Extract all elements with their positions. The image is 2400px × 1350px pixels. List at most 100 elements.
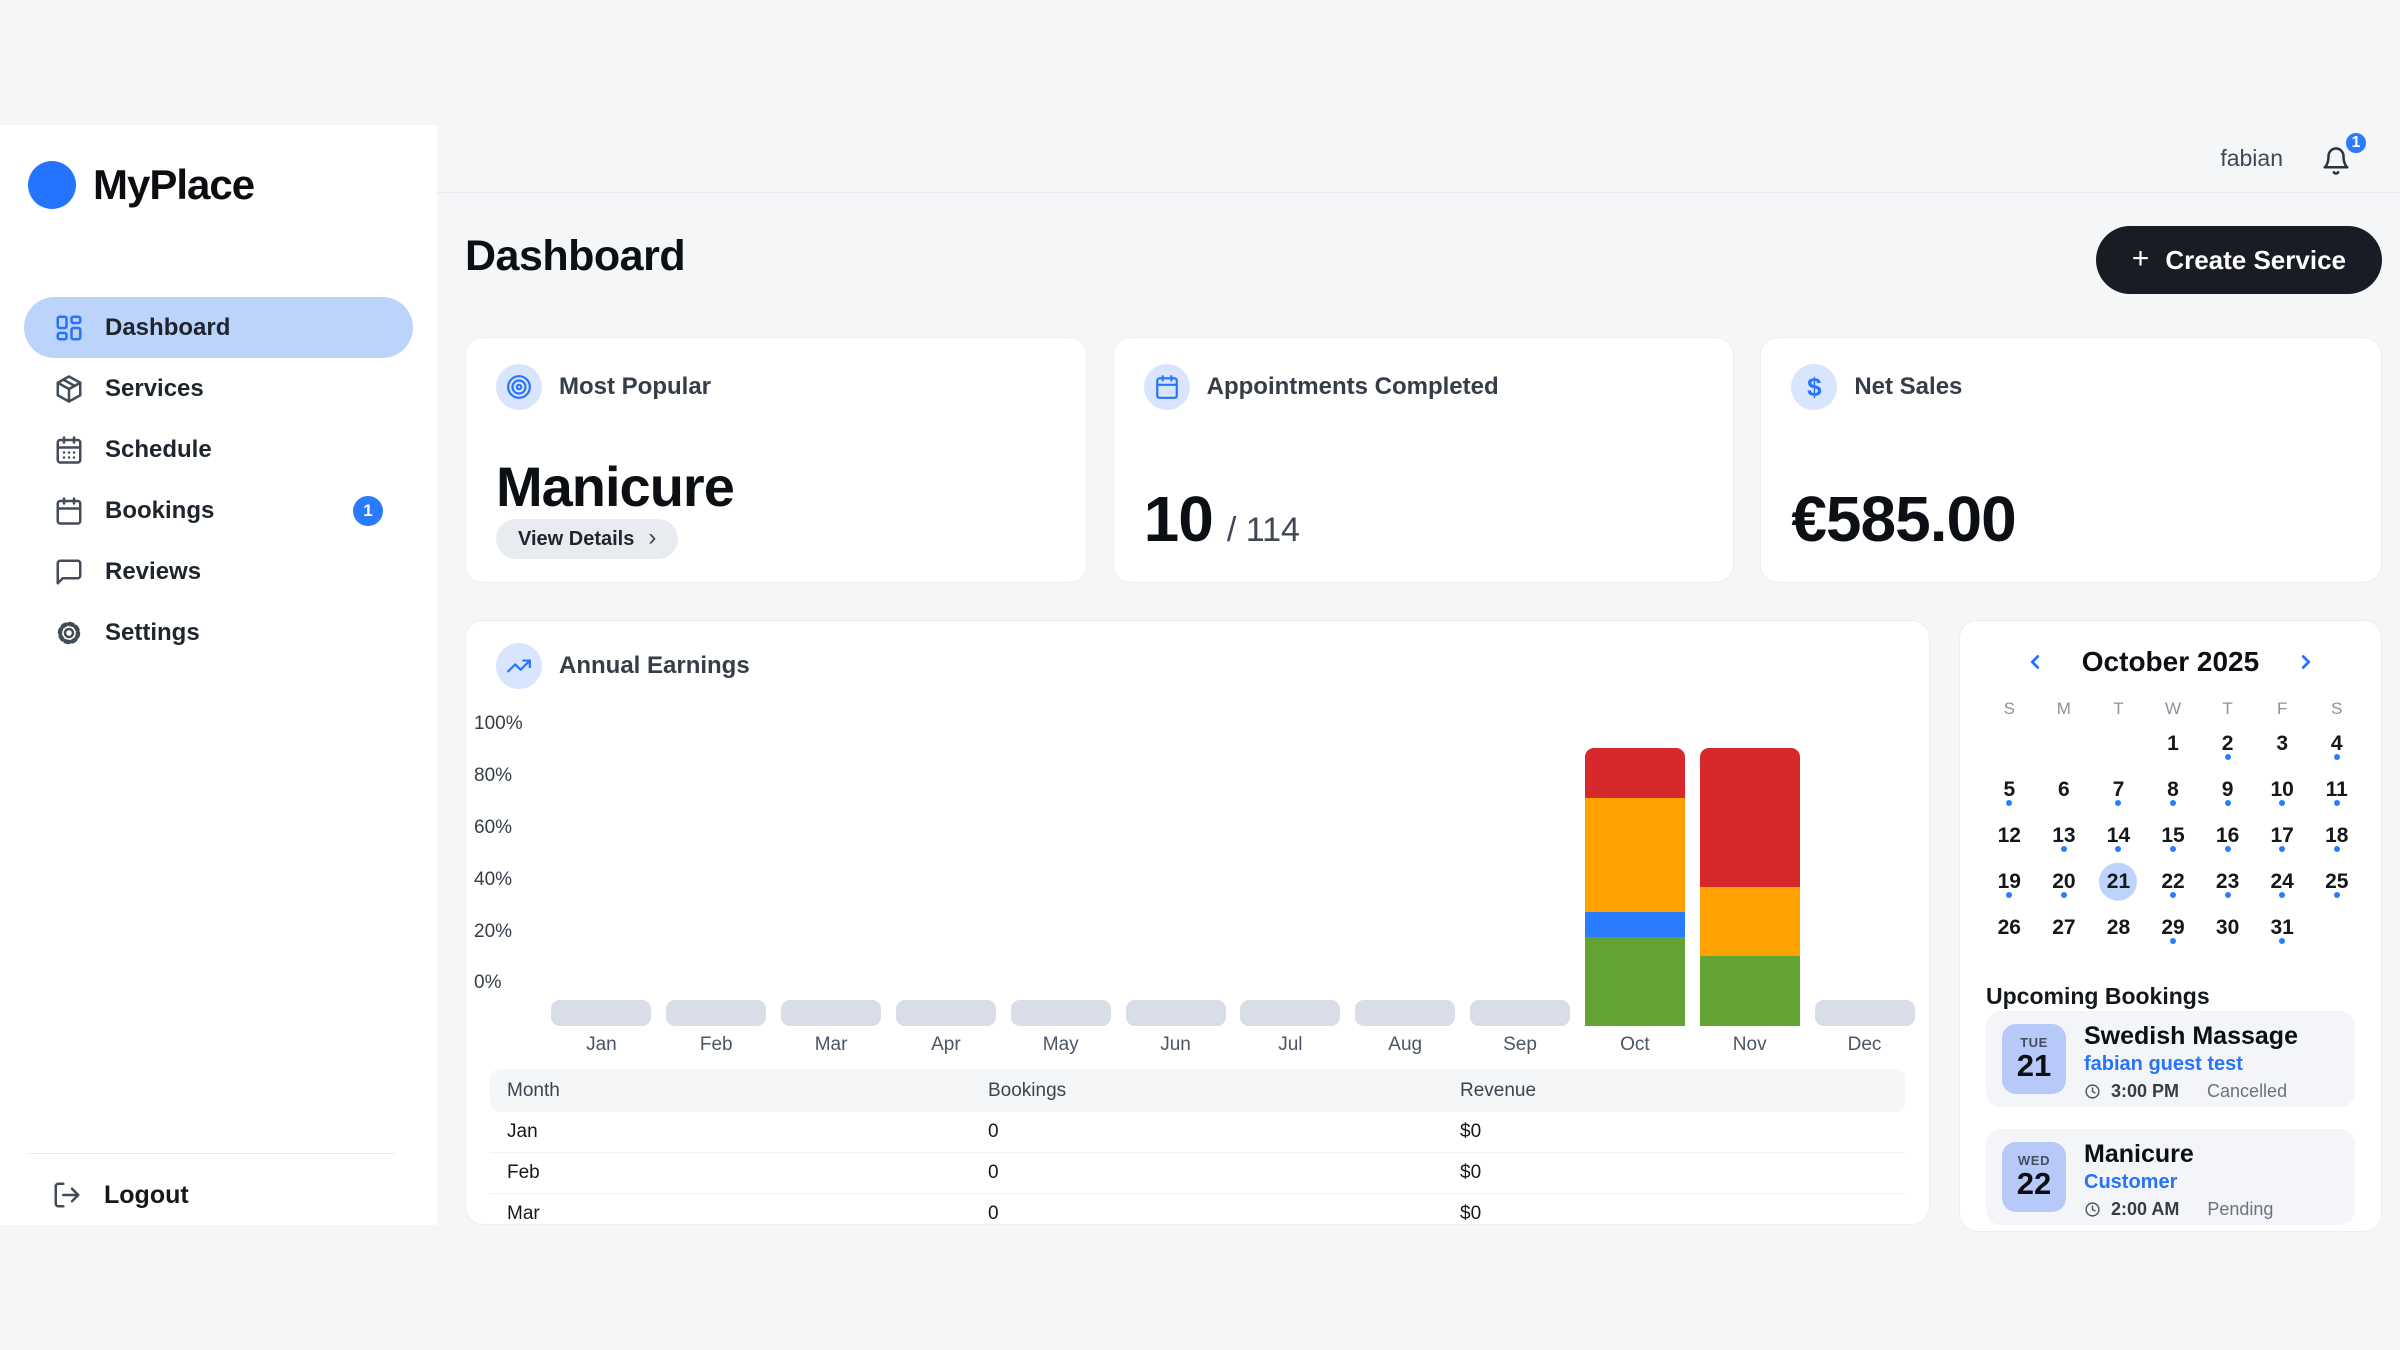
empty-month-bar bbox=[1011, 1000, 1111, 1026]
app-root: MyPlace DashboardServicesScheduleBooking… bbox=[0, 0, 2400, 1350]
sidebar-item-reviews[interactable]: Reviews bbox=[24, 541, 413, 602]
calendar-day-19[interactable]: 19 bbox=[1982, 861, 2037, 907]
calendar-day-number: 2 bbox=[2222, 733, 2234, 754]
sidebar-item-bookings[interactable]: Bookings1 bbox=[24, 480, 413, 541]
calendar-day-10[interactable]: 10 bbox=[2255, 769, 2310, 815]
empty-month-bar bbox=[1355, 1000, 1455, 1026]
calendar-day-number: 29 bbox=[2161, 917, 2184, 938]
calendar-day-6[interactable]: 6 bbox=[2037, 769, 2092, 815]
calendar-prev-button[interactable] bbox=[2018, 645, 2052, 679]
booking-details: Swedish Massagefabian guest test3:00 PMC… bbox=[2084, 1024, 2298, 1094]
sidebar: MyPlace DashboardServicesScheduleBooking… bbox=[0, 125, 437, 1225]
booking-customer-link[interactable]: fabian guest test bbox=[2084, 1054, 2298, 1074]
booking-customer-link[interactable]: Customer bbox=[2084, 1172, 2273, 1192]
booking-item[interactable]: WED22ManicureCustomer2:00 AMPending bbox=[1986, 1129, 2355, 1225]
calendar-day-7[interactable]: 7 bbox=[2091, 769, 2146, 815]
booking-dot bbox=[2334, 754, 2340, 760]
grid-icon bbox=[54, 313, 84, 343]
page-title: Dashboard bbox=[465, 232, 685, 281]
stats-row: Most Popular Manicure View Details › App… bbox=[465, 337, 2382, 583]
calendar-grid: 1234567891011121314151617181920212223242… bbox=[1982, 723, 2364, 953]
chart-bar-slot bbox=[659, 748, 774, 1026]
calendar-day-22[interactable]: 22 bbox=[2146, 861, 2201, 907]
most-popular-value: Manicure bbox=[496, 454, 1056, 519]
booking-dot bbox=[2225, 754, 2231, 760]
earnings-table-header-cell: Bookings bbox=[988, 1080, 1460, 1102]
booking-date-badge: WED22 bbox=[2002, 1142, 2066, 1212]
chart-bar-slot bbox=[888, 748, 1003, 1026]
chart-bar-slot bbox=[1003, 748, 1118, 1026]
calendar-day-28[interactable]: 28 bbox=[2091, 907, 2146, 953]
calendar-day-3[interactable]: 3 bbox=[2255, 723, 2310, 769]
booking-date-badge: TUE21 bbox=[2002, 1024, 2066, 1094]
calendar-day-empty bbox=[2091, 723, 2146, 769]
calendar-day-29[interactable]: 29 bbox=[2146, 907, 2201, 953]
empty-month-bar bbox=[1470, 1000, 1570, 1026]
logout-icon bbox=[52, 1180, 82, 1210]
calendar-next-button[interactable] bbox=[2289, 645, 2323, 679]
calendar-day-2[interactable]: 2 bbox=[2200, 723, 2255, 769]
calendar-day-30[interactable]: 30 bbox=[2200, 907, 2255, 953]
calendar-day-21[interactable]: 21 bbox=[2091, 861, 2146, 907]
calendar-day-26[interactable]: 26 bbox=[1982, 907, 2037, 953]
booking-dot bbox=[2170, 892, 2176, 898]
calendar-day-23[interactable]: 23 bbox=[2200, 861, 2255, 907]
booking-dot bbox=[2279, 938, 2285, 944]
calendar-day-number: 24 bbox=[2271, 871, 2294, 892]
create-service-label: Create Service bbox=[2165, 245, 2346, 276]
calendar-day-17[interactable]: 17 bbox=[2255, 815, 2310, 861]
notifications-button[interactable]: 1 bbox=[2321, 142, 2355, 176]
calendar-day-11[interactable]: 11 bbox=[2309, 769, 2364, 815]
empty-month-bar bbox=[781, 1000, 881, 1026]
y-axis-tick: 80% bbox=[474, 765, 542, 787]
sidebar-item-services[interactable]: Services bbox=[24, 358, 413, 419]
message-icon bbox=[54, 557, 84, 587]
earnings-table-cell: 0 bbox=[988, 1203, 1460, 1225]
calendar-day-24[interactable]: 24 bbox=[2255, 861, 2310, 907]
chevron-right-icon bbox=[2295, 651, 2317, 673]
calendar-day-18[interactable]: 18 bbox=[2309, 815, 2364, 861]
earnings-table-header: MonthBookingsRevenue bbox=[490, 1069, 1905, 1112]
booking-dot bbox=[2279, 846, 2285, 852]
create-service-button[interactable]: + Create Service bbox=[2096, 226, 2382, 294]
booking-dot bbox=[2279, 892, 2285, 898]
sidebar-item-schedule[interactable]: Schedule bbox=[24, 419, 413, 480]
calendar-day-20[interactable]: 20 bbox=[2037, 861, 2092, 907]
calendar-day-number: 9 bbox=[2222, 779, 2234, 800]
calendar-day-4[interactable]: 4 bbox=[2309, 723, 2364, 769]
calendar-day-number: 12 bbox=[1998, 825, 2021, 846]
empty-month-bar bbox=[666, 1000, 766, 1026]
calendar-day-15[interactable]: 15 bbox=[2146, 815, 2201, 861]
calendar-day-number: 4 bbox=[2331, 733, 2343, 754]
x-axis-label: Oct bbox=[1577, 1034, 1692, 1056]
booking-item[interactable]: TUE21 Swedish Massagefabian guest test3:0… bbox=[1986, 1011, 2355, 1107]
brand-name: MyPlace bbox=[93, 161, 254, 209]
calendar-day-16[interactable]: 16 bbox=[2200, 815, 2255, 861]
sidebar-item-dashboard[interactable]: Dashboard bbox=[24, 297, 413, 358]
calendar-day-25[interactable]: 25 bbox=[2309, 861, 2364, 907]
earnings-table-cell: Jan bbox=[507, 1121, 988, 1143]
view-details-button[interactable]: View Details › bbox=[496, 519, 678, 559]
earnings-table-cell: 0 bbox=[988, 1162, 1460, 1184]
calendar-day-1[interactable]: 1 bbox=[2146, 723, 2201, 769]
calendar-day-5[interactable]: 5 bbox=[1982, 769, 2037, 815]
earnings-table-header-cell: Month bbox=[507, 1080, 988, 1102]
calendar-day-9[interactable]: 9 bbox=[2200, 769, 2255, 815]
sidebar-item-settings[interactable]: Settings bbox=[24, 602, 413, 663]
calendar-day-14[interactable]: 14 bbox=[2091, 815, 2146, 861]
earnings-table: MonthBookingsRevenueJan0$0Feb0$0Mar0$0 bbox=[490, 1069, 1905, 1225]
y-axis-tick: 0% bbox=[474, 972, 542, 994]
logout-button[interactable]: Logout bbox=[52, 1180, 189, 1210]
calendar-day-12[interactable]: 12 bbox=[1982, 815, 2037, 861]
calendar-day-number: 26 bbox=[1998, 917, 2021, 938]
y-axis-tick: 100% bbox=[474, 713, 542, 735]
clock-icon bbox=[2084, 1083, 2101, 1100]
calendar-day-number: 20 bbox=[2052, 871, 2075, 892]
calendar-day-27[interactable]: 27 bbox=[2037, 907, 2092, 953]
calendar-day-31[interactable]: 31 bbox=[2255, 907, 2310, 953]
calendar-day-8[interactable]: 8 bbox=[2146, 769, 2201, 815]
calendar-week-row: 26 2728 29 3031 bbox=[1982, 907, 2364, 953]
booking-date-number: 22 bbox=[2017, 1168, 2051, 1201]
calendar-day-13[interactable]: 13 bbox=[2037, 815, 2092, 861]
upcoming-bookings-heading: Upcoming Bookings bbox=[1986, 983, 2210, 1010]
